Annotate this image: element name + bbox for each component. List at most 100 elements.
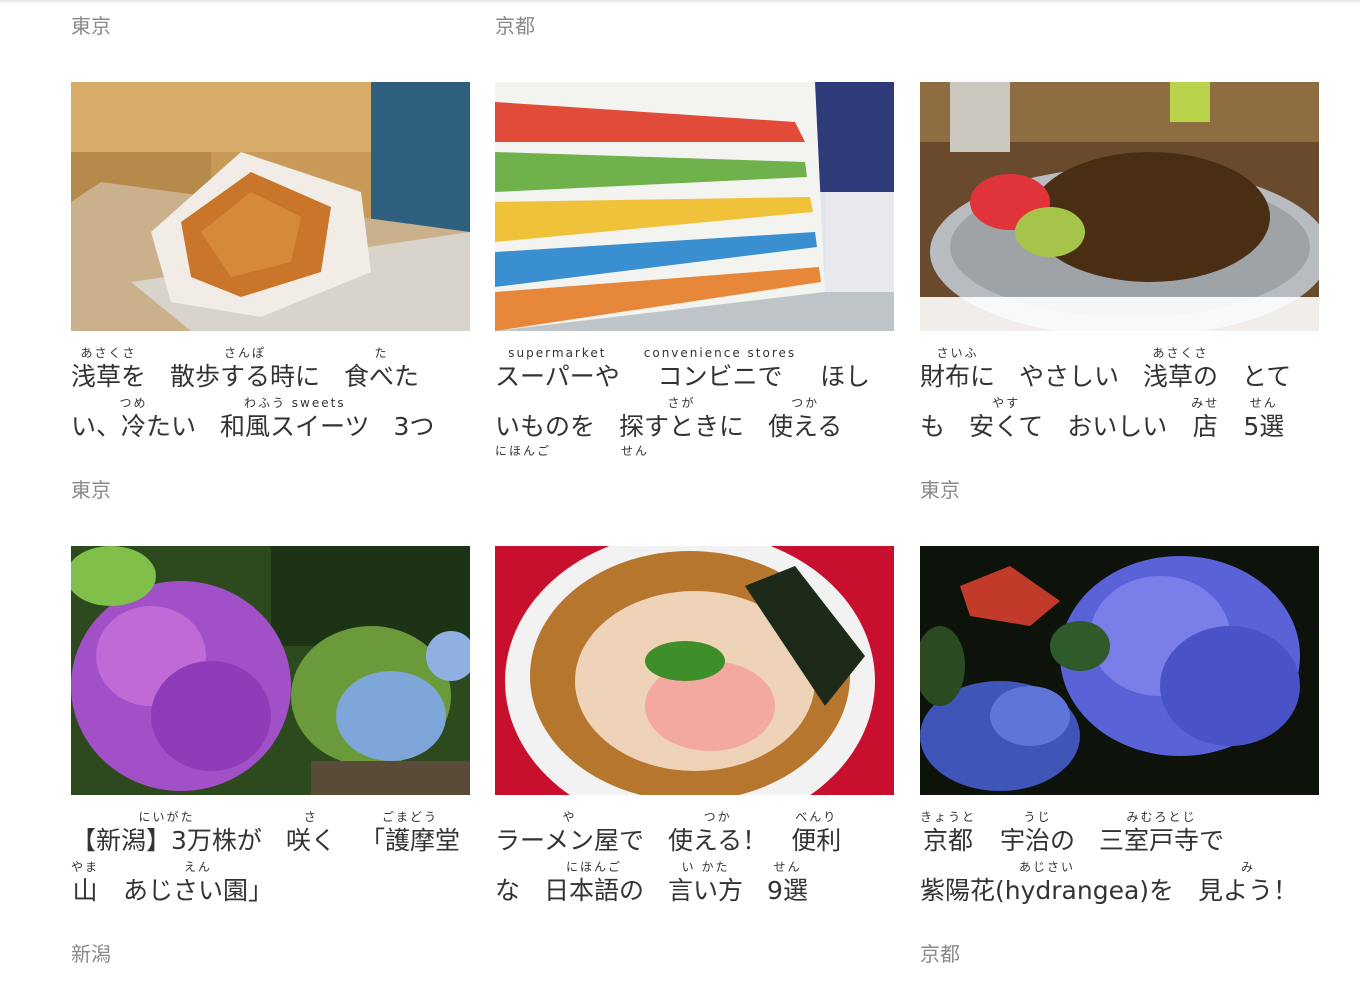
furigana: にいがた [138, 810, 195, 824]
title-line: きょうと 京都 うじ 宇治の みむろとじ 三室戸寺で [920, 808, 1319, 858]
ruby-group: supermarket スーパーや [495, 346, 620, 394]
furigana: さが [667, 396, 696, 410]
wafu-sweets-photo[interactable] [71, 82, 470, 331]
title-segment: 和風スイーツ [220, 412, 370, 441]
ruby-group: みせ店 [1191, 396, 1219, 444]
title-segment: も [920, 412, 946, 441]
furigana: わふう sweets [243, 396, 346, 410]
title-segment: な [495, 876, 521, 905]
title-line: あじさい 紫陽花(hydrangea)を み見よう！ [920, 858, 1319, 908]
ruby-group: やさしい [1019, 346, 1119, 394]
article-title[interactable]: さいふ 財布に やさしい あさくさ 浅草の とて も やす 安くて おいしい みせ店 … [920, 344, 1319, 444]
title-segment: 【新潟】3万株が [71, 826, 262, 855]
furigana: きょうと [920, 810, 977, 824]
furigana: さ [303, 810, 318, 824]
ruby-group: い かた 言い方 [668, 860, 743, 908]
ruby-group: な [495, 860, 520, 908]
region-label: 東京 [920, 478, 960, 502]
ruby-group: さが 探すときに [619, 396, 744, 444]
title-line-ruby: にほんご せん [495, 444, 894, 464]
title-line: supermarket スーパーや convenience stores コンビニで… [495, 344, 894, 394]
article-title[interactable]: supermarket スーパーや convenience stores コンビニで… [495, 344, 894, 464]
furigana: あさくさ [80, 346, 137, 360]
title-segment: 3つ [393, 412, 435, 441]
furigana: convenience stores [643, 346, 797, 360]
ruby-group: た食べた [344, 346, 419, 394]
ruby-group: にほんご [495, 444, 551, 458]
ruby-group: つめ い、冷たい [71, 396, 196, 444]
title-segment: 5選 [1243, 412, 1285, 441]
furigana: supermarket [508, 346, 607, 360]
title-segment: 日本語の [544, 876, 645, 905]
title-line: さいふ 財布に やさしい あさくさ 浅草の とて [920, 344, 1319, 394]
article-title[interactable]: やラーメン屋で つか 使える！ べんり 便利 な にほんご 日本語の い かた 言い方 … [495, 808, 894, 908]
title-segment: ほし [820, 362, 871, 391]
region-label-tokyo: 東京 [71, 14, 111, 38]
title-segment: 店 [1192, 412, 1218, 441]
furigana: せん [773, 860, 802, 874]
title-segment: 財布に [920, 362, 996, 391]
furigana: さんぽ [224, 346, 267, 360]
ruby-group: うじ 宇治の [1000, 810, 1075, 858]
title-segment: 安くて [969, 412, 1044, 441]
title-segment: いものを [495, 412, 596, 441]
ruby-group: せん [621, 444, 649, 458]
ruby-group: えん あじさい園」 [123, 860, 273, 908]
title-segment: 9選 [767, 876, 808, 905]
furigana: えん [184, 860, 213, 874]
ruby-group: せん 5選 [1243, 396, 1284, 444]
ruby-group: やす 安くて [969, 396, 1043, 444]
ruby-group: つか 使える！ [668, 810, 767, 858]
furigana: せん [1249, 396, 1278, 410]
ruby-group: つか 使える [768, 396, 842, 444]
article-title[interactable]: あさくさ 浅草を さんぽ 散歩する時に た食べた つめ い、冷たい わふう sweet… [71, 344, 470, 444]
title-segment: 食べた [344, 362, 420, 391]
title-line: やラーメン屋で つか 使える！ べんり 便利 [495, 808, 894, 858]
article-title[interactable]: きょうと 京都 うじ 宇治の みむろとじ 三室戸寺で あじさい 紫陽花(hydrange… [920, 808, 1319, 908]
blue-hydrangea-photo[interactable] [920, 546, 1319, 795]
region-label: 新潟 [71, 942, 111, 966]
supermarket-shelves-photo[interactable] [495, 82, 894, 331]
title-segment: 浅草を [71, 362, 147, 391]
title-line: も やす 安くて おいしい みせ店 せん 5選 [920, 394, 1319, 444]
title-segment: 見よう！ [1198, 876, 1299, 905]
furigana: あじさい [1019, 860, 1076, 874]
title-line: いものを さが 探すときに つか 使える [495, 394, 894, 444]
region-label-kyoto: 京都 [495, 14, 535, 38]
title-segment: とて [1242, 362, 1292, 391]
furigana: せん [621, 444, 650, 458]
region-label: 東京 [71, 478, 111, 502]
furigana: やす [992, 396, 1021, 410]
title-line: つめ い、冷たい わふう sweets 和風スイーツ 3つ [71, 394, 470, 444]
ruby-group: べんり 便利 [791, 810, 841, 858]
title-segment: スーパーや [495, 362, 620, 391]
title-segment: 浅草の [1143, 362, 1219, 391]
title-segment: 三室戸寺で [1099, 826, 1225, 855]
yakisoba-plate-photo[interactable] [920, 82, 1319, 331]
furigana: た [374, 346, 389, 360]
ruby-group: あじさい紫陽花(hydrangea)を [920, 860, 1174, 908]
furigana: みせ [1191, 396, 1220, 410]
furigana: つか [791, 396, 820, 410]
title-segment: やさしい [1019, 362, 1120, 391]
title-line: にいがた 【新潟】3万株が さ咲く ごまどう 「護摩堂 [71, 808, 470, 858]
title-segment: い、冷たい [71, 412, 197, 441]
ruby-group: 3つ [394, 396, 435, 444]
ruby-group: も [920, 396, 945, 444]
title-segment: 咲く [285, 826, 336, 855]
purple-hydrangea-photo[interactable] [71, 546, 470, 795]
furigana: さいふ [936, 346, 979, 360]
ruby-group: せん 9選 [767, 860, 808, 908]
furigana: つか [703, 810, 732, 824]
article-title[interactable]: にいがた 【新潟】3万株が さ咲く ごまどう 「護摩堂 やま山 えん あじさい園」 [71, 808, 470, 908]
title-segment: 「護摩堂 [359, 826, 460, 855]
ruby-group: きょうと 京都 [920, 810, 976, 858]
furigana: うじ [1023, 810, 1052, 824]
ruby-group: にほんご 日本語の [544, 860, 644, 908]
ramen-bowl-photo[interactable] [495, 546, 894, 795]
furigana: にほんご [566, 860, 623, 874]
title-segment: 宇治の [1000, 826, 1076, 855]
title-segment: 紫陽花(hydrangea)を [920, 876, 1175, 905]
ruby-group: わふう sweets 和風スイーツ [220, 396, 370, 444]
furigana: にほんご [495, 444, 552, 458]
